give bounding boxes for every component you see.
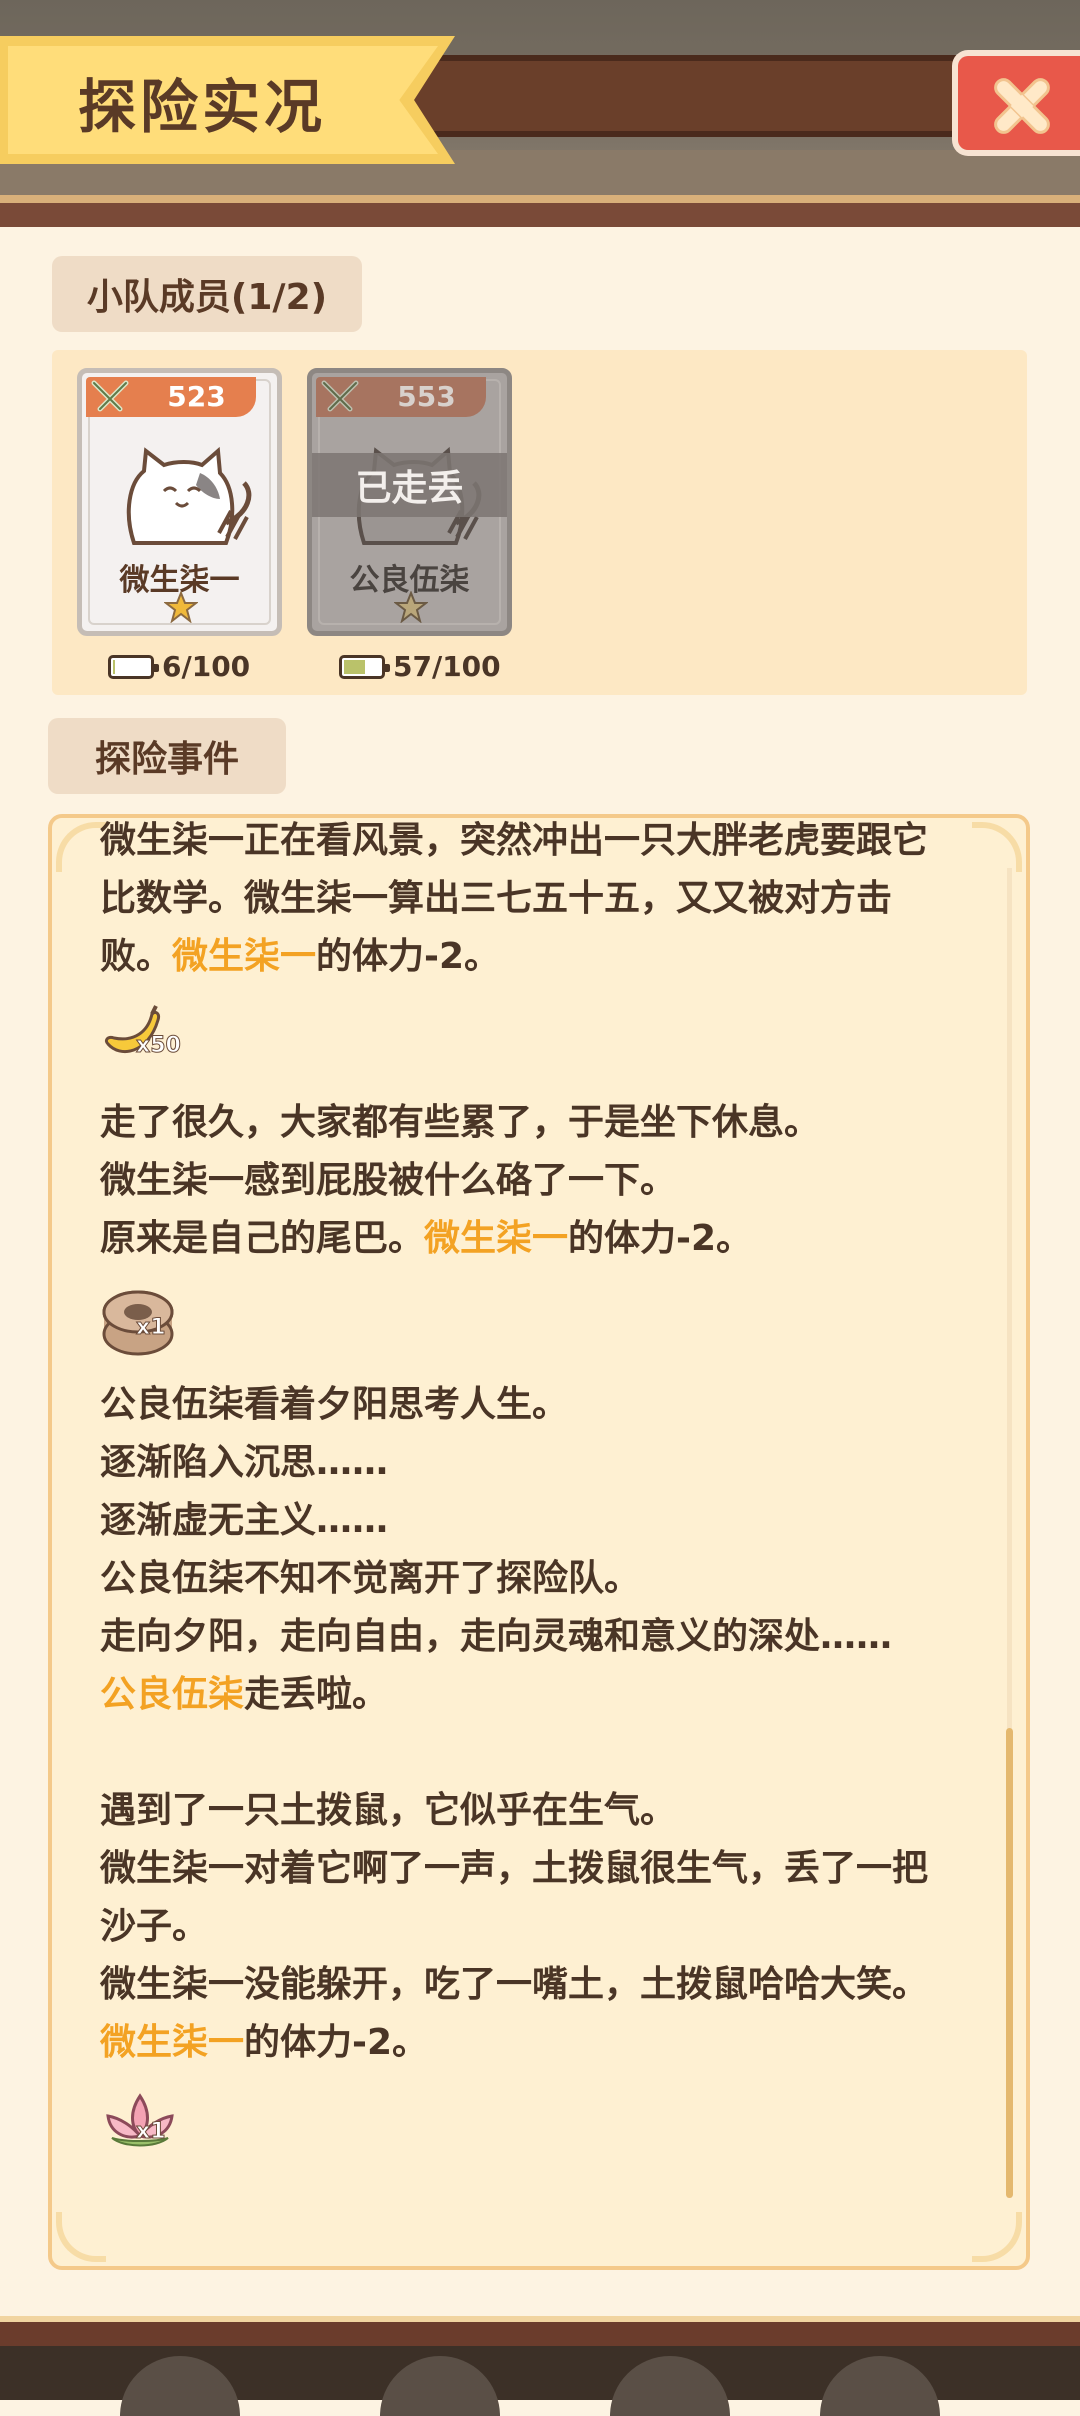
event-content: 微生柒一正在看风景，突然冲出一只大胖老虎要跟它比数学。微生柒一算出三七五十五，又…	[100, 818, 960, 2180]
close-x-icon	[994, 78, 1050, 134]
event-text: 原来是自己的尾巴。	[100, 1218, 425, 1259]
stamina-fill	[113, 659, 116, 674]
stamina-value: 6/100	[162, 650, 251, 683]
event-line: 逐渐陷入沉思……	[100, 1434, 960, 1492]
event-text: 公良伍柒看着夕阳思考人生。	[100, 1384, 569, 1425]
event-line: 微生柒一正在看风景，突然冲出一只大胖老虎要跟它比数学。微生柒一算出三七五十五，又…	[100, 818, 960, 986]
member-card[interactable]: 553 已走丢 公良伍柒	[307, 368, 512, 636]
event-line: 原来是自己的尾巴。微生柒一的体力-2。	[100, 1210, 960, 1268]
header-divider	[0, 195, 1080, 227]
crossed-swords-icon	[91, 380, 129, 412]
power-badge: 553	[316, 377, 486, 417]
event-text: 的体力-2。	[244, 2022, 429, 2063]
team-panel: 523 微生柒一 553 已走丢 公良伍柒 6/100 57/100	[52, 350, 1027, 695]
event-text: 微生柒一感到屁股被什么硌了一下。	[100, 1160, 677, 1201]
close-button[interactable]	[952, 50, 1080, 156]
stamina-indicator: 6/100	[108, 650, 250, 683]
event-text: 遇到了一只土拨鼠，它似乎在生气。	[100, 1790, 677, 1831]
event-text: 的体力-2。	[316, 936, 501, 977]
bottom-decoration	[820, 2356, 940, 2416]
page-title: 探险实况	[78, 73, 327, 141]
event-text: 微生柒一对着它啊了一声，土拨鼠很生气，丢了一把沙子。	[100, 1848, 929, 1947]
stamina-fill	[344, 659, 365, 674]
event-line: 走了很久，大家都有些累了，于是坐下休息。	[100, 1094, 960, 1152]
event-text: 逐渐虚无主义……	[100, 1500, 389, 1541]
event-text: 走丢啦。	[244, 1674, 389, 1715]
corner-ornament	[972, 822, 1022, 872]
event-line: 逐渐虚无主义……	[100, 1492, 960, 1550]
event-line: 公良伍柒看着夕阳思考人生。	[100, 1376, 960, 1434]
entry-spacer	[100, 1724, 960, 1782]
bottom-decoration	[380, 2356, 500, 2416]
event-line: 遇到了一只土拨鼠，它似乎在生气。	[100, 1782, 960, 1840]
power-badge: 523	[86, 377, 256, 417]
events-section-label: 探险事件	[48, 718, 286, 794]
reward-item[interactable]: x50	[100, 1000, 960, 1070]
highlighted-name: 公良伍柒	[100, 1674, 245, 1715]
stamina-value: 57/100	[393, 650, 501, 683]
star-icon	[394, 591, 428, 623]
highlighted-name: 微生柒一	[100, 2022, 245, 2063]
reward-quantity: x1	[136, 1315, 166, 1340]
corner-ornament	[56, 822, 106, 872]
event-line: 公良伍柒走丢啦。	[100, 1666, 960, 1724]
highlighted-name: 微生柒一	[424, 1218, 569, 1259]
reward-quantity: x50	[136, 1033, 182, 1058]
member-card[interactable]: 523 微生柒一	[77, 368, 282, 636]
bottom-decoration	[610, 2356, 730, 2416]
bottom-decoration	[120, 2356, 240, 2416]
stamina-indicator: 57/100	[339, 650, 501, 683]
corner-ornament	[972, 2212, 1022, 2262]
cat-portrait-icon	[126, 446, 252, 545]
reward-item[interactable]: x1	[100, 2086, 960, 2156]
event-line: 微生柒一感到屁股被什么硌了一下。	[100, 1152, 960, 1210]
event-text: 逐渐陷入沉思……	[100, 1442, 389, 1483]
scrollbar-thumb[interactable]	[1006, 1728, 1013, 2198]
crossed-swords-icon	[321, 380, 359, 412]
event-text: 微生柒一没能躲开，吃了一嘴土，土拨鼠哈哈大笑。	[100, 1964, 929, 2005]
event-log[interactable]: 微生柒一正在看风景，突然冲出一只大胖老虎要跟它比数学。微生柒一算出三七五十五，又…	[48, 814, 1030, 2270]
event-text: 公良伍柒不知不觉离开了探险队。	[100, 1558, 641, 1599]
battery-icon	[339, 654, 390, 679]
corner-ornament	[56, 2212, 106, 2262]
event-line: 走向夕阳，走向自由，走向灵魂和意义的深处……	[100, 1608, 960, 1666]
star-icon	[164, 591, 198, 623]
team-section-label: 小队成员(1/2)	[52, 256, 362, 332]
event-text: 走了很久，大家都有些累了，于是坐下休息。	[100, 1102, 821, 1143]
reward-quantity: x1	[136, 2119, 166, 2144]
event-line: 公良伍柒不知不觉离开了探险队。	[100, 1550, 960, 1608]
reward-item[interactable]: x1	[100, 1282, 960, 1356]
battery-icon	[108, 654, 159, 679]
lost-status-band: 已走丢	[312, 453, 507, 517]
power-value: 523	[167, 380, 226, 413]
event-text: 的体力-2。	[568, 1218, 753, 1259]
event-text: 走向夕阳，走向自由，走向灵魂和意义的深处……	[100, 1616, 893, 1657]
event-line: 微生柒一对着它啊了一声，土拨鼠很生气，丢了一把沙子。	[100, 1840, 960, 1956]
bottom-bar	[0, 2316, 1080, 2416]
power-value: 553	[397, 380, 456, 413]
highlighted-name: 微生柒一	[172, 936, 317, 977]
event-line: 微生柒一没能躲开，吃了一嘴土，土拨鼠哈哈大笑。微生柒一的体力-2。	[100, 1956, 960, 2072]
